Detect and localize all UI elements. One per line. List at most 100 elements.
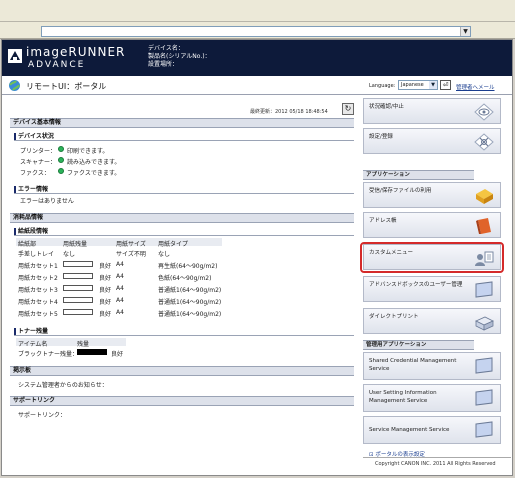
paper-source: 用紙カセット2 (18, 275, 58, 282)
button-label: Service Management Service (369, 427, 450, 433)
eye-icon (474, 103, 494, 121)
error-text: エラーはありません (20, 198, 74, 205)
paper-source: 用紙カセット3 (18, 287, 58, 294)
col-header: アイテム名 (18, 341, 48, 348)
paper-remain: 良好 (99, 299, 112, 306)
paper-type: 再生紙(64～90g/m2) (158, 263, 218, 270)
page-header: imageRUNNER ADVANCE デバイス名： 製品名(シリアルNo.)：… (2, 40, 512, 76)
toner-level-bar (77, 349, 107, 355)
paper-type: 普通紙1(64～90g/m2) (158, 287, 222, 294)
button-label: アドレス帳 (369, 218, 397, 224)
monitor-icon (475, 281, 493, 298)
section-support: サポートリンク (10, 396, 354, 406)
admin-mail-link[interactable]: 管理者へメール (456, 83, 495, 91)
col-header: 用紙サイズ (116, 241, 146, 248)
col-header: 給紙部 (18, 241, 37, 248)
location-label: 設置場所： (148, 61, 179, 68)
language-label: Language: (369, 83, 396, 89)
refresh-icon[interactable]: ↻ (342, 103, 354, 115)
address-dropdown[interactable]: ▼ (41, 26, 471, 37)
fax-status: ファクスできます。 (67, 170, 121, 177)
section-management-apps: 管理用アプリケーション (363, 340, 474, 350)
paper-size: A4 (116, 297, 124, 304)
paper-type: なし (158, 251, 171, 258)
direct-print-button[interactable]: ダイレクトプリント (363, 308, 501, 334)
chevron-down-icon: ▼ (429, 81, 437, 89)
divider (14, 140, 354, 141)
advanced-box-users-button[interactable]: アドバンスドボックスのユーザー管理 (363, 276, 501, 302)
device-status-title: デバイス状況 (14, 133, 54, 140)
chevron-down-icon[interactable]: ▼ (460, 27, 470, 36)
scanner-status: 読み込みできます。 (67, 159, 121, 166)
paper-remain: 良好 (99, 275, 112, 282)
device-name-label: デバイス名： (148, 45, 184, 52)
brand-subname: ADVANCE (28, 60, 86, 70)
canon-logo-icon (8, 49, 22, 63)
sub-header: リモートUI：ポータル Language: Japanese ▼ ⏎ 管理者へメ… (2, 76, 512, 95)
paper-level-box (63, 297, 93, 303)
button-label: 状況確認/中止 (369, 104, 404, 110)
fax-label: ファクス： (20, 170, 50, 177)
page-title: リモートUI：ポータル (26, 82, 107, 91)
address-book-button[interactable]: アドレス帳 (363, 212, 501, 238)
brand-name: imageRUNNER (26, 45, 126, 59)
paper-size: サイズ不明 (116, 251, 146, 258)
monitor-icon (475, 389, 493, 406)
settings-button[interactable]: 設定/登録 (363, 128, 501, 154)
divider (363, 457, 511, 458)
user-setting-button[interactable]: User Setting Information Management Serv… (363, 384, 501, 412)
last-updated: 最終更新：2012 05/18 18:48:54 (250, 109, 328, 115)
button-label: 受信/保存ファイルの利用 (369, 188, 432, 194)
paper-info-title: 給紙段情報 (14, 228, 48, 235)
stored-files-button[interactable]: 受信/保存ファイルの利用 (363, 182, 501, 208)
col-header: 残量 (77, 341, 90, 348)
paper-source: 用紙カセット1 (18, 263, 58, 270)
paper-level-box (63, 261, 93, 267)
language-value: Japanese (401, 82, 424, 88)
button-label: アドバンスドボックスのユーザー管理 (369, 282, 463, 288)
custom-menu-highlight (360, 242, 504, 273)
browser-toolbar (0, 0, 515, 22)
paper-type: 普通紙1(64～90g/m2) (158, 311, 222, 318)
col-header: 用紙残量 (63, 241, 88, 248)
paper-size: A4 (116, 309, 124, 316)
service-management-button[interactable]: Service Management Service (363, 416, 501, 444)
toner-remain: 良好 (111, 351, 124, 358)
divider (14, 235, 354, 236)
paper-remain: 良好 (99, 287, 112, 294)
paper-level-box (63, 309, 93, 315)
status-ok-icon (58, 146, 64, 152)
section-consumables: 消耗品情報 (10, 213, 354, 223)
paper-size: A4 (116, 261, 124, 268)
paper-level-box (63, 273, 93, 279)
status-monitor-button[interactable]: 状況確認/中止 (363, 98, 501, 124)
paper-source: 用紙カセット5 (18, 311, 58, 318)
section-applications: アプリケーション (363, 170, 474, 180)
col-header: 用紙タイプ (158, 241, 189, 248)
shared-credential-button[interactable]: Shared Credential Management Service (363, 352, 501, 380)
paper-source: 用紙カセット4 (18, 299, 58, 306)
paper-type: 普通紙1(64～90g/m2) (158, 299, 222, 306)
toner-title: トナー残量 (14, 328, 48, 335)
paper-type: 色紙(64～90g/m2) (158, 275, 212, 282)
copyright-text: Copyright CANON INC. 2011 All Rights Res… (375, 461, 496, 467)
divider (14, 193, 354, 194)
section-device-info: デバイス基本情報 (10, 118, 354, 128)
remote-ui-page: imageRUNNER ADVANCE デバイス名： 製品名(シリアルNo.)：… (1, 39, 513, 476)
status-ok-icon (58, 168, 64, 174)
toner-item: ブラックトナー残量： (18, 351, 79, 358)
address-book-icon (476, 218, 491, 234)
paper-source: 手差しトレイ (18, 251, 55, 258)
settings-icon (474, 133, 494, 151)
monitor-icon (475, 357, 493, 374)
paper-remain: なし (63, 251, 76, 258)
printer-icon (475, 316, 494, 331)
device-info: デバイス名： 製品名(シリアルNo.)： 設置場所： (148, 45, 211, 69)
language-apply-icon[interactable]: ⏎ (440, 80, 451, 90)
paper-size: A4 (116, 273, 124, 280)
notice-text: システム管理者からのお知らせ： (18, 382, 108, 389)
language-select[interactable]: Japanese ▼ (398, 80, 438, 90)
paper-remain: 良好 (99, 263, 112, 270)
printer-status: 印刷できます。 (67, 148, 109, 155)
scanner-label: スキャナー： (20, 159, 57, 166)
